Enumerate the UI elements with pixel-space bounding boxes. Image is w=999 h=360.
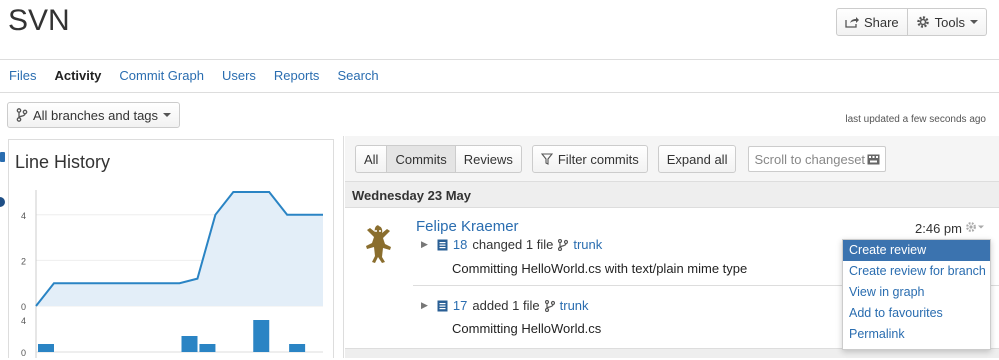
- activity-bar: [199, 344, 216, 352]
- page-header: SVN Share Tools: [0, 0, 999, 60]
- commit-summary: added 1 file: [472, 298, 540, 313]
- last-updated-text: last updated a few seconds ago: [845, 114, 986, 125]
- branch-selector[interactable]: All branches and tags: [7, 102, 181, 128]
- branch-icon: [544, 299, 555, 312]
- keyboard-icon[interactable]: [867, 154, 880, 165]
- tools-label: Tools: [934, 14, 965, 30]
- line-history-chart: 42040Apr-2017Jul-2017Oct-2017Jan-2018Apr…: [21, 190, 323, 358]
- tab-search[interactable]: Search: [337, 60, 378, 92]
- activity-toolbar: All Commits Reviews Filter commits Expan…: [355, 145, 887, 173]
- avatar: [366, 225, 391, 263]
- commit-context-menu: Create review Create review for branch V…: [842, 239, 991, 350]
- branch-link[interactable]: trunk: [573, 237, 602, 252]
- changeset-icon: [437, 239, 448, 250]
- y-tick-label: 0: [21, 348, 26, 358]
- commit-summary: changed 1 file: [472, 237, 554, 252]
- y-tick-label: 0: [21, 302, 26, 312]
- gear-icon: [916, 16, 929, 28]
- chevron-down-icon: [970, 20, 978, 24]
- share-icon: [845, 17, 859, 28]
- commit-time: 2:46 pm: [915, 221, 962, 236]
- tab-files[interactable]: Files: [9, 60, 36, 92]
- y-tick-label: 4: [21, 211, 26, 221]
- menu-item-view-in-graph[interactable]: View in graph: [843, 282, 990, 303]
- tab-reports[interactable]: Reports: [274, 60, 320, 92]
- branch-bar: All branches and tags: [0, 93, 344, 135]
- commit-message: Committing HelloWorld.cs: [452, 321, 602, 336]
- menu-item-create-review[interactable]: Create review: [843, 240, 990, 261]
- filter-commits-label: Filter commits: [557, 151, 639, 167]
- line-history-card: Line History 42040Apr-2017Jul-2017Oct-20…: [8, 139, 334, 358]
- share-button[interactable]: Share: [835, 8, 908, 36]
- y-tick-label: 4: [21, 316, 26, 326]
- menu-item-permalink[interactable]: Permalink: [843, 324, 990, 345]
- commit-author-link[interactable]: Felipe Kraemer: [416, 218, 519, 235]
- menu-item-add-to-favourites[interactable]: Add to favourites: [843, 303, 990, 324]
- line-history-panel: Line History 42040Apr-2017Jul-2017Oct-20…: [0, 136, 344, 358]
- header-actions: Share Tools: [835, 8, 987, 36]
- scroll-to-changeset-input[interactable]: Scroll to changeset: [748, 146, 887, 172]
- branch-link[interactable]: trunk: [560, 298, 589, 313]
- changeset-id-link[interactable]: 17: [453, 298, 467, 313]
- day-label: Wednesday 23 May: [352, 188, 471, 203]
- menu-item-create-review-for-branch[interactable]: Create review for branch: [843, 261, 990, 282]
- repo-nav: Files Activity Commit Graph Users Report…: [0, 60, 999, 93]
- commit-row: ▶ 17 added 1 file trunk: [421, 298, 589, 313]
- branch-icon: [558, 238, 569, 251]
- branch-icon: [16, 108, 28, 122]
- activity-bar: [38, 344, 54, 352]
- filter-reviews-button[interactable]: Reviews: [455, 145, 522, 173]
- line-history-area: [36, 192, 323, 306]
- activity-bar: [181, 336, 198, 352]
- tab-users[interactable]: Users: [222, 60, 256, 92]
- commit-actions-menu-button[interactable]: [965, 221, 985, 236]
- expand-chevron-icon[interactable]: ▶: [421, 239, 428, 250]
- changeset-id-link[interactable]: 18: [453, 237, 467, 252]
- day-header: Wednesday 23 May: [345, 181, 999, 208]
- changeset-icon: [437, 300, 448, 311]
- share-label: Share: [863, 14, 899, 30]
- filter-all-button[interactable]: All: [355, 145, 388, 173]
- activity-bar: [289, 344, 306, 352]
- commit-message: Committing HelloWorld.cs with text/plain…: [452, 261, 748, 276]
- gear-icon: [966, 222, 984, 232]
- chevron-down-icon: [163, 113, 172, 117]
- page-title: SVN: [8, 4, 70, 37]
- tab-commit-graph[interactable]: Commit Graph: [119, 60, 204, 92]
- filter-commits-dropdown[interactable]: Filter commits: [531, 145, 648, 173]
- filter-icon: [540, 153, 553, 165]
- branch-selector-label: All branches and tags: [33, 107, 159, 123]
- filter-commits-button[interactable]: Commits: [387, 145, 456, 173]
- activity-bar: [253, 320, 270, 352]
- scroll-placeholder: Scroll to changeset: [754, 151, 866, 167]
- view-filter-group: All Commits Reviews: [355, 145, 522, 173]
- y-tick-label: 2: [21, 256, 26, 266]
- tools-button[interactable]: Tools: [907, 8, 987, 36]
- expand-chevron-icon[interactable]: ▶: [421, 300, 428, 311]
- expand-all-button[interactable]: Expand all: [657, 145, 737, 173]
- tab-activity[interactable]: Activity: [54, 60, 101, 92]
- commit-row: ▶ 18 changed 1 file trunk: [421, 237, 602, 252]
